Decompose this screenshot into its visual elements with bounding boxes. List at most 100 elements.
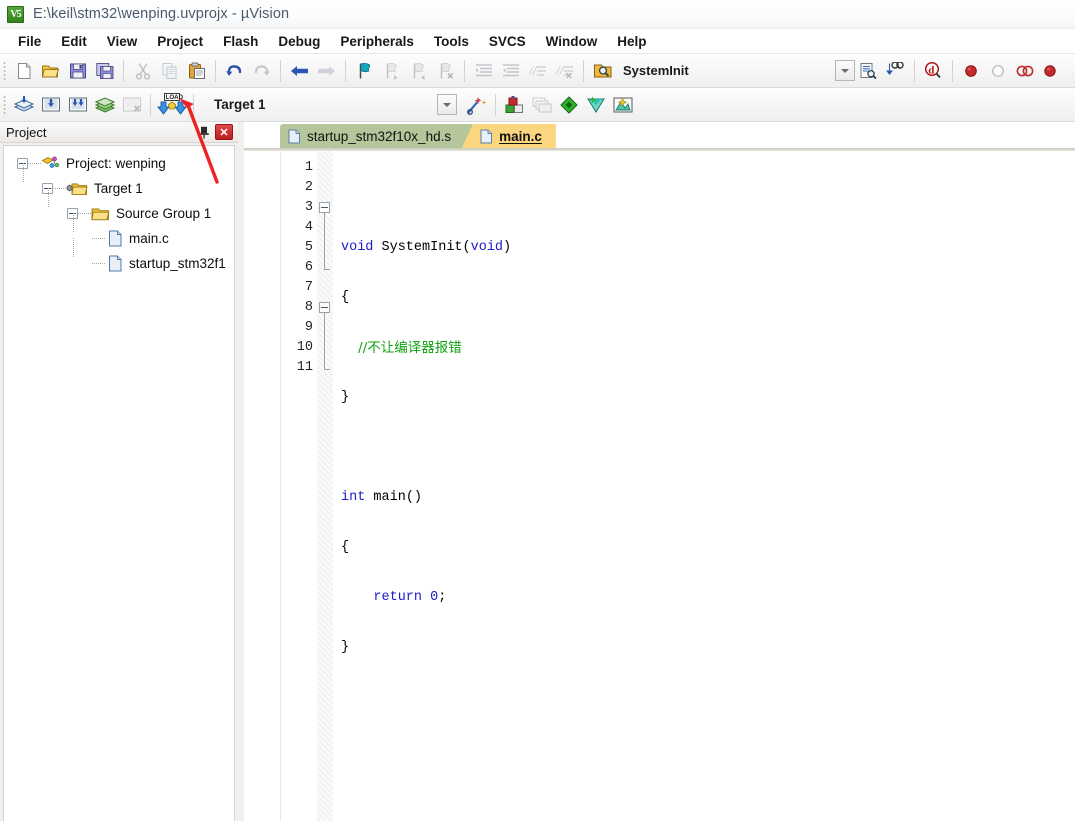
new-file-icon[interactable]: [10, 58, 37, 84]
menu-peripherals[interactable]: Peripherals: [330, 32, 424, 51]
breakpoint-disable-all-icon[interactable]: [1012, 58, 1039, 84]
main-toolbar: // // SystemInit d: [0, 54, 1075, 88]
download-icon[interactable]: LOAD: [156, 92, 188, 118]
line-number-gutter: 1 2 3 4 5 6 7 8 9 10 11: [281, 151, 317, 821]
file-icon: [288, 129, 301, 144]
tree-connector: [92, 238, 105, 239]
target-options-icon[interactable]: [463, 92, 490, 118]
file-icon: [480, 129, 493, 144]
breakpoint-insert-icon[interactable]: [958, 58, 985, 84]
uncomment-icon[interactable]: //: [551, 58, 578, 84]
title-bar: V5 E:\keil\stm32\wenping.uvprojx - µVisi…: [0, 0, 1075, 29]
svcs-icon[interactable]: [582, 92, 609, 118]
bookmark-next-icon[interactable]: [405, 58, 432, 84]
save-icon[interactable]: [64, 58, 91, 84]
line-number: 7: [304, 280, 313, 295]
target-select[interactable]: Target 1: [205, 94, 457, 116]
indent-left-icon[interactable]: [497, 58, 524, 84]
tree-connector: [73, 213, 74, 233]
code-line-9: return 0;: [341, 588, 1075, 608]
paste-icon[interactable]: [183, 58, 210, 84]
line-number: 5: [304, 240, 313, 255]
code-fold-gutter[interactable]: [317, 151, 333, 821]
navigate-back-icon[interactable]: [286, 58, 313, 84]
token-keyword: void: [341, 240, 374, 255]
toolbar-grip[interactable]: [3, 94, 6, 115]
menu-flash[interactable]: Flash: [213, 32, 268, 51]
menu-help[interactable]: Help: [607, 32, 656, 51]
toolbar-separator: [464, 59, 465, 82]
chevron-down-icon[interactable]: [834, 60, 855, 81]
build-icon[interactable]: [37, 92, 64, 118]
project-icon: [41, 156, 60, 172]
save-all-icon[interactable]: [91, 58, 118, 84]
tree-item-target[interactable]: Target 1: [8, 163, 234, 201]
tree-label: Source Group 1: [116, 206, 212, 221]
browse-symbols-icon[interactable]: [855, 58, 882, 84]
chevron-down-icon[interactable]: [437, 94, 457, 115]
tree-item-project[interactable]: Project: wenping: [8, 151, 234, 176]
menu-file[interactable]: File: [8, 32, 51, 51]
comment-icon[interactable]: //: [524, 58, 551, 84]
project-tree[interactable]: Project: wenping Target 1 Source Group 1…: [3, 145, 235, 821]
tab-startup-stm32f10x-hd-s[interactable]: startup_stm32f10x_hd.s: [280, 124, 473, 148]
goto-definition-icon[interactable]: [882, 58, 909, 84]
build-toolbar: LOAD Target 1: [0, 88, 1075, 122]
debug-mode-icon[interactable]: d: [920, 58, 947, 84]
menu-debug[interactable]: Debug: [268, 32, 330, 51]
close-icon[interactable]: ✕: [215, 124, 233, 140]
line-number: 6: [304, 260, 313, 275]
toolbar-grip[interactable]: [3, 60, 6, 81]
breakpoint-kill-all-icon[interactable]: [1039, 58, 1066, 84]
token-comment: //不让编译器报错: [341, 340, 462, 356]
menu-tools[interactable]: Tools: [424, 32, 479, 51]
cut-icon[interactable]: [129, 58, 156, 84]
tree-item-main-c[interactable]: main.c: [8, 213, 234, 251]
fold-collapse-icon[interactable]: [319, 302, 330, 313]
undo-icon[interactable]: [221, 58, 248, 84]
menu-window[interactable]: Window: [536, 32, 608, 51]
translate-icon[interactable]: [10, 92, 37, 118]
find-in-files-icon[interactable]: [589, 58, 616, 84]
bookmark-clear-icon[interactable]: [432, 58, 459, 84]
open-file-icon[interactable]: [37, 58, 64, 84]
bookmark-prev-icon[interactable]: [378, 58, 405, 84]
fold-range-line: [324, 313, 325, 369]
tree-connector: [92, 263, 105, 264]
bookmark-toggle-icon[interactable]: [351, 58, 378, 84]
pin-icon[interactable]: [195, 124, 212, 141]
pack-installer-icon[interactable]: [555, 92, 582, 118]
code-line-4: //不让编译器报错: [341, 338, 1075, 358]
multi-project-icon[interactable]: [528, 92, 555, 118]
menu-svcs[interactable]: SVCS: [479, 32, 536, 51]
menu-edit[interactable]: Edit: [51, 32, 97, 51]
code-line-5: }: [341, 388, 1075, 408]
batch-build-icon[interactable]: [91, 92, 118, 118]
breakpoint-enable-icon[interactable]: [985, 58, 1012, 84]
function-combo[interactable]: [695, 60, 855, 81]
folder-icon: [91, 206, 110, 222]
tab-main-c[interactable]: main.c: [462, 124, 556, 148]
rebuild-icon[interactable]: [64, 92, 91, 118]
menu-project[interactable]: Project: [147, 32, 213, 51]
token-plain: ;: [438, 590, 447, 605]
manage-run-env-icon[interactable]: [501, 92, 528, 118]
line-number: 11: [296, 360, 313, 375]
indent-right-icon[interactable]: [470, 58, 497, 84]
function-name-field[interactable]: SystemInit: [623, 63, 689, 78]
redo-icon[interactable]: [248, 58, 275, 84]
tree-item-startup[interactable]: startup_stm32f1: [8, 238, 234, 276]
copy-icon[interactable]: [156, 58, 183, 84]
token-keyword: return: [373, 590, 423, 605]
tree-connector: [23, 163, 24, 183]
code-text[interactable]: void SystemInit(void) { //不让编译器报错 } int …: [333, 151, 1075, 821]
line-number: 8: [304, 300, 313, 315]
fold-collapse-icon[interactable]: [319, 202, 330, 213]
editor-tabstrip: startup_stm32f10x_hd.s main.c: [244, 122, 1075, 148]
stop-build-icon[interactable]: [118, 92, 145, 118]
menu-view[interactable]: View: [97, 32, 148, 51]
tree-item-source-group[interactable]: Source Group 1: [8, 188, 234, 226]
configure-icon[interactable]: [609, 92, 636, 118]
code-editor[interactable]: 1 2 3 4 5 6 7 8 9 10 11 void SystemInit(…: [244, 151, 1075, 821]
navigate-forward-icon[interactable]: [313, 58, 340, 84]
